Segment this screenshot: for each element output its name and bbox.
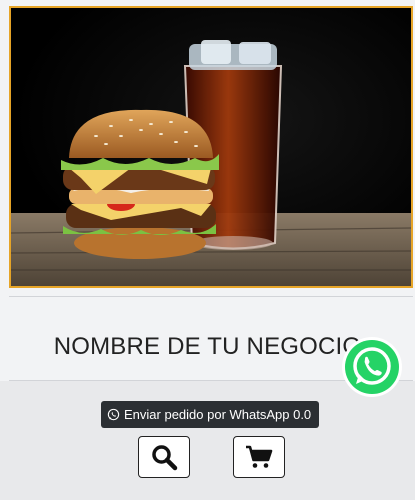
burger-and-soda-photo bbox=[11, 40, 411, 286]
whatsapp-icon bbox=[107, 408, 120, 421]
whatsapp-icon bbox=[342, 337, 402, 397]
whatsapp-floating-button[interactable] bbox=[341, 336, 403, 398]
whatsapp-order-label: Enviar pedido por WhatsApp 0.0 bbox=[124, 407, 312, 422]
whatsapp-order-button[interactable]: Enviar pedido por WhatsApp 0.0 bbox=[101, 401, 320, 428]
hero-image bbox=[9, 6, 413, 288]
bottom-action-bar bbox=[0, 381, 415, 500]
search-button[interactable] bbox=[138, 436, 190, 478]
top-divider bbox=[9, 296, 413, 297]
cart-button[interactable] bbox=[233, 436, 285, 478]
search-icon bbox=[152, 445, 178, 471]
cart-icon bbox=[246, 445, 273, 468]
